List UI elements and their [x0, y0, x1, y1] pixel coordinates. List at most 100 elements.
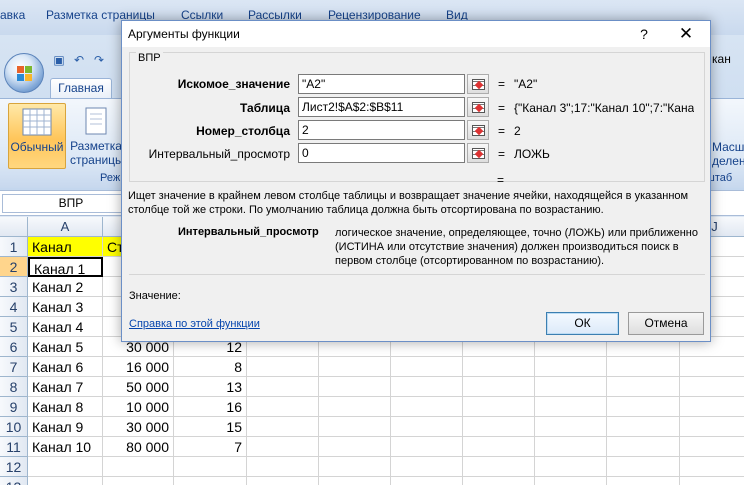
cell[interactable]: 13 [174, 377, 247, 397]
row-header[interactable]: 12 [0, 457, 28, 477]
cell[interactable] [247, 377, 319, 397]
close-icon[interactable]: ✕ [674, 23, 698, 45]
range-lookup-input[interactable]: 0 [298, 143, 465, 163]
cell[interactable] [680, 397, 744, 417]
help-icon[interactable]: ? [634, 24, 654, 44]
cell[interactable] [463, 477, 535, 485]
ok-button[interactable]: ОК [546, 312, 619, 335]
cell[interactable]: 10 000 [103, 397, 174, 417]
col-index-collapse-button[interactable] [467, 120, 489, 140]
cell[interactable]: 50 000 [103, 377, 174, 397]
cell[interactable] [607, 457, 680, 477]
cell[interactable]: Канал 7 [28, 377, 103, 397]
cell[interactable] [607, 417, 680, 437]
cell[interactable] [680, 437, 744, 457]
cell[interactable] [463, 377, 535, 397]
cell[interactable]: 16 000 [103, 357, 174, 377]
row-header[interactable]: 11 [0, 437, 28, 457]
row-header[interactable]: 7 [0, 357, 28, 377]
undo-icon[interactable]: ↶ [70, 53, 88, 69]
cell[interactable] [607, 437, 680, 457]
cell[interactable] [607, 357, 680, 377]
cell[interactable] [391, 357, 463, 377]
zoom-selection-button[interactable]: Масшт делен [712, 140, 744, 168]
cell[interactable]: 7 [174, 437, 247, 457]
cell[interactable]: Канал 2 [28, 277, 103, 297]
cell[interactable] [391, 377, 463, 397]
row-header[interactable]: 4 [0, 297, 28, 317]
cell[interactable] [319, 377, 391, 397]
cell[interactable] [247, 457, 319, 477]
col-index-input[interactable]: 2 [298, 120, 465, 140]
cell[interactable]: Канал 5 [28, 337, 103, 357]
cell[interactable] [680, 377, 744, 397]
save-icon[interactable]: ▣ [50, 53, 68, 69]
cell[interactable] [391, 397, 463, 417]
cell[interactable] [680, 357, 744, 377]
cell[interactable] [391, 437, 463, 457]
cell[interactable] [174, 457, 247, 477]
cell[interactable] [319, 477, 391, 485]
table-array-input[interactable]: Лист2!$A$2:$B$11 [298, 97, 465, 117]
function-help-link[interactable]: Справка по этой функции [129, 318, 260, 330]
cell[interactable] [28, 457, 103, 477]
cell[interactable]: 16 [174, 397, 247, 417]
cell[interactable] [247, 417, 319, 437]
cell[interactable] [535, 377, 607, 397]
lookup-value-input[interactable]: "A2" [298, 74, 465, 94]
cell[interactable]: Канал 9 [28, 417, 103, 437]
cell[interactable]: Канал 4 [28, 317, 103, 337]
cell[interactable] [319, 397, 391, 417]
cell[interactable] [103, 457, 174, 477]
cell[interactable] [391, 417, 463, 437]
row-header[interactable]: 2 [0, 257, 28, 277]
redo-icon[interactable]: ↷ [90, 53, 108, 69]
cell[interactable]: 15 [174, 417, 247, 437]
active-cell[interactable]: Канал 1 [28, 257, 103, 277]
table-array-collapse-button[interactable] [467, 97, 489, 117]
cell[interactable] [607, 477, 680, 485]
cell[interactable] [174, 477, 247, 485]
cell[interactable]: Канал 10 [28, 437, 103, 457]
row-header[interactable]: 6 [0, 337, 28, 357]
cell[interactable] [680, 477, 744, 485]
cell[interactable] [535, 477, 607, 485]
cell[interactable]: Канал 8 [28, 397, 103, 417]
name-box[interactable]: ВПР [2, 194, 140, 213]
row-header[interactable]: 10 [0, 417, 28, 437]
cell[interactable] [319, 437, 391, 457]
row-header[interactable]: 8 [0, 377, 28, 397]
cell[interactable] [463, 397, 535, 417]
row-header[interactable]: 1 [0, 237, 28, 257]
cell[interactable]: Канал 6 [28, 357, 103, 377]
tab-insert[interactable]: авка [0, 8, 25, 22]
row-header[interactable]: 9 [0, 397, 28, 417]
cell[interactable] [680, 457, 744, 477]
range-lookup-collapse-button[interactable] [467, 143, 489, 163]
cell[interactable] [463, 437, 535, 457]
select-all-corner[interactable] [0, 217, 28, 237]
lookup-value-collapse-button[interactable] [467, 74, 489, 94]
cell[interactable] [535, 457, 607, 477]
cell[interactable] [391, 457, 463, 477]
cell[interactable] [28, 477, 103, 485]
cell[interactable] [247, 357, 319, 377]
cancel-button[interactable]: Отмена [628, 312, 704, 335]
cell[interactable] [535, 397, 607, 417]
cell[interactable] [247, 437, 319, 457]
cell[interactable] [535, 357, 607, 377]
row-header[interactable]: 5 [0, 317, 28, 337]
cell[interactable] [463, 417, 535, 437]
cell[interactable]: 80 000 [103, 437, 174, 457]
cell[interactable] [680, 417, 744, 437]
cell[interactable] [535, 417, 607, 437]
cell[interactable] [247, 477, 319, 485]
cell[interactable] [103, 477, 174, 485]
column-header-a[interactable]: A [28, 217, 103, 237]
row-header[interactable]: 13 [0, 477, 28, 485]
cell[interactable]: 30 000 [103, 417, 174, 437]
cell[interactable] [319, 417, 391, 437]
cell[interactable] [535, 437, 607, 457]
cell[interactable]: 8 [174, 357, 247, 377]
cell[interactable] [607, 397, 680, 417]
